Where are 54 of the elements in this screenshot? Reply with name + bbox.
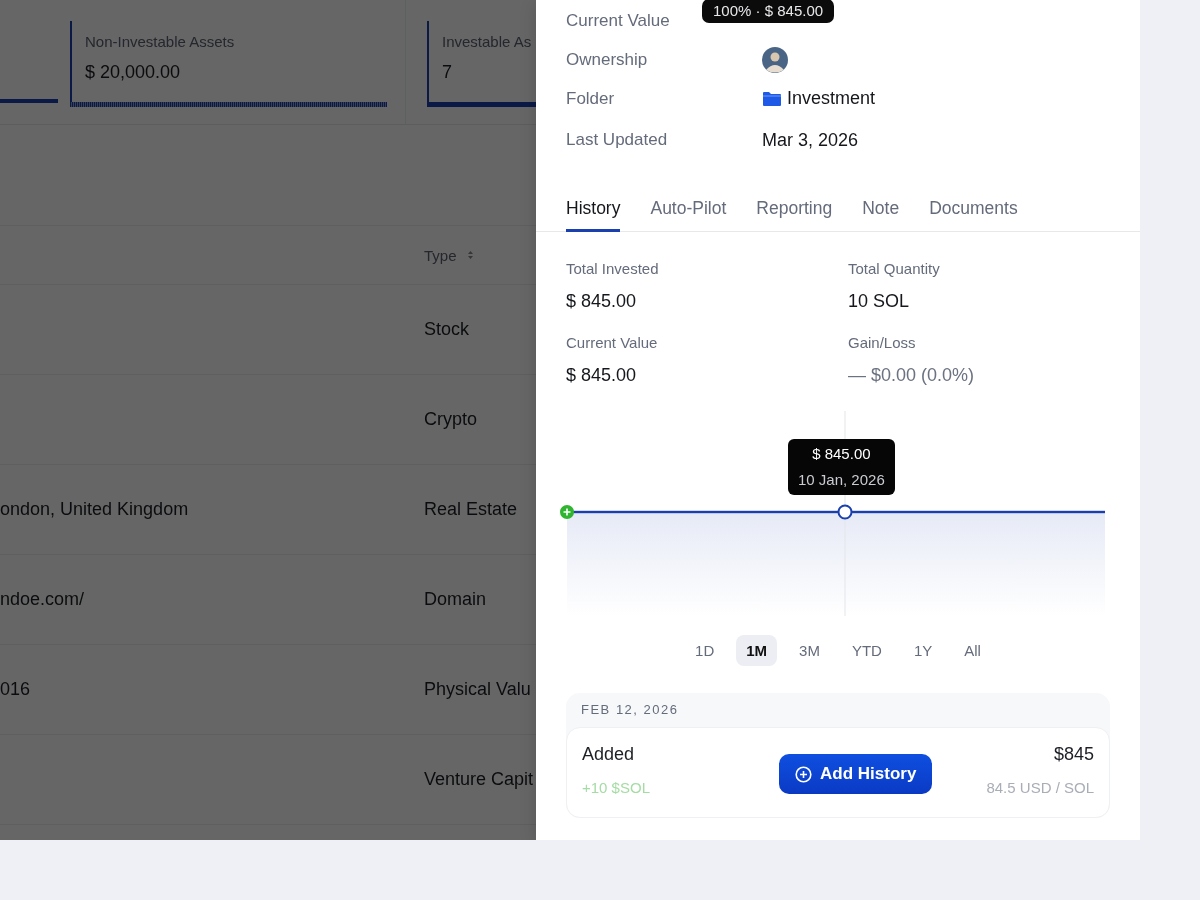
- stat-value: $ 20,000.00: [85, 62, 182, 83]
- plus-circle-icon: [795, 765, 812, 783]
- field-value: Mar 3, 2026: [762, 129, 859, 151]
- range-button[interactable]: All: [954, 635, 991, 666]
- table-cell: Venture Capit: [424, 769, 534, 789]
- range-button[interactable]: YTD: [841, 635, 892, 666]
- folder-icon: [762, 90, 782, 107]
- sort-icon[interactable]: [466, 250, 474, 260]
- tab[interactable]: Note: [862, 194, 900, 232]
- table-cell: Physical Valu: [424, 679, 531, 699]
- share-tooltip: 100% · $ 845.00: [702, 0, 835, 23]
- tab[interactable]: Documents: [929, 194, 1018, 232]
- table-cell: ondon, United Kingdom: [0, 499, 189, 519]
- range-button[interactable]: 1M: [736, 635, 778, 666]
- entry-rate: 84.5 USD / SOL: [986, 779, 1094, 796]
- tab[interactable]: Reporting: [756, 194, 833, 232]
- field-label: Last Updated: [566, 130, 668, 150]
- table-cell: Stock: [424, 319, 470, 339]
- summary-value: — $0.00 (0.0%): [848, 365, 976, 386]
- range-button[interactable]: 1D: [685, 635, 725, 666]
- hover-marker: [837, 504, 853, 520]
- summary-value: $ 845.00: [566, 365, 638, 386]
- summary-label: Gain/Loss: [848, 334, 917, 351]
- summary-value: $ 845.00: [566, 291, 638, 312]
- avatar-icon: [762, 46, 788, 73]
- table-cell: Domain: [424, 589, 487, 609]
- summary-value: 10 SOL: [848, 291, 911, 312]
- table-cell: Real Estate: [424, 499, 518, 519]
- table-cell: Crypto: [424, 409, 477, 429]
- summary-label: Current Value: [566, 334, 659, 351]
- field-label: Current Value: [566, 10, 670, 31]
- stat-label: Investable As: [442, 33, 533, 50]
- tooltip-value: $ 845.00: [812, 445, 871, 462]
- folder-name: Investment: [787, 88, 876, 109]
- stat-label: Non-Investable Assets: [85, 33, 236, 50]
- history-date: FEB 12, 2026: [580, 702, 680, 717]
- entry-amount: $845: [1053, 744, 1094, 765]
- entry-action: Added: [582, 744, 635, 765]
- card-underline: [0, 99, 58, 103]
- tab[interactable]: History: [566, 194, 621, 232]
- field-label: Folder: [566, 88, 615, 109]
- table-cell: ndoe.com/: [0, 589, 85, 609]
- entry-quantity: +10 $SOL: [582, 779, 650, 796]
- field-label: Ownership: [566, 49, 648, 70]
- stat-value: 7: [442, 62, 453, 83]
- tab[interactable]: Auto-Pilot: [650, 194, 727, 232]
- range-button[interactable]: 3M: [789, 635, 830, 666]
- tooltip-date: 10 Jan, 2026: [798, 471, 885, 488]
- summary-label: Total Invested: [566, 260, 660, 277]
- table-cell: 016: [0, 679, 31, 699]
- add-history-button[interactable]: Add History: [779, 754, 933, 794]
- summary-label: Total Quantity: [848, 260, 941, 277]
- range-button[interactable]: 1Y: [903, 635, 943, 666]
- add-point-icon[interactable]: [560, 505, 574, 519]
